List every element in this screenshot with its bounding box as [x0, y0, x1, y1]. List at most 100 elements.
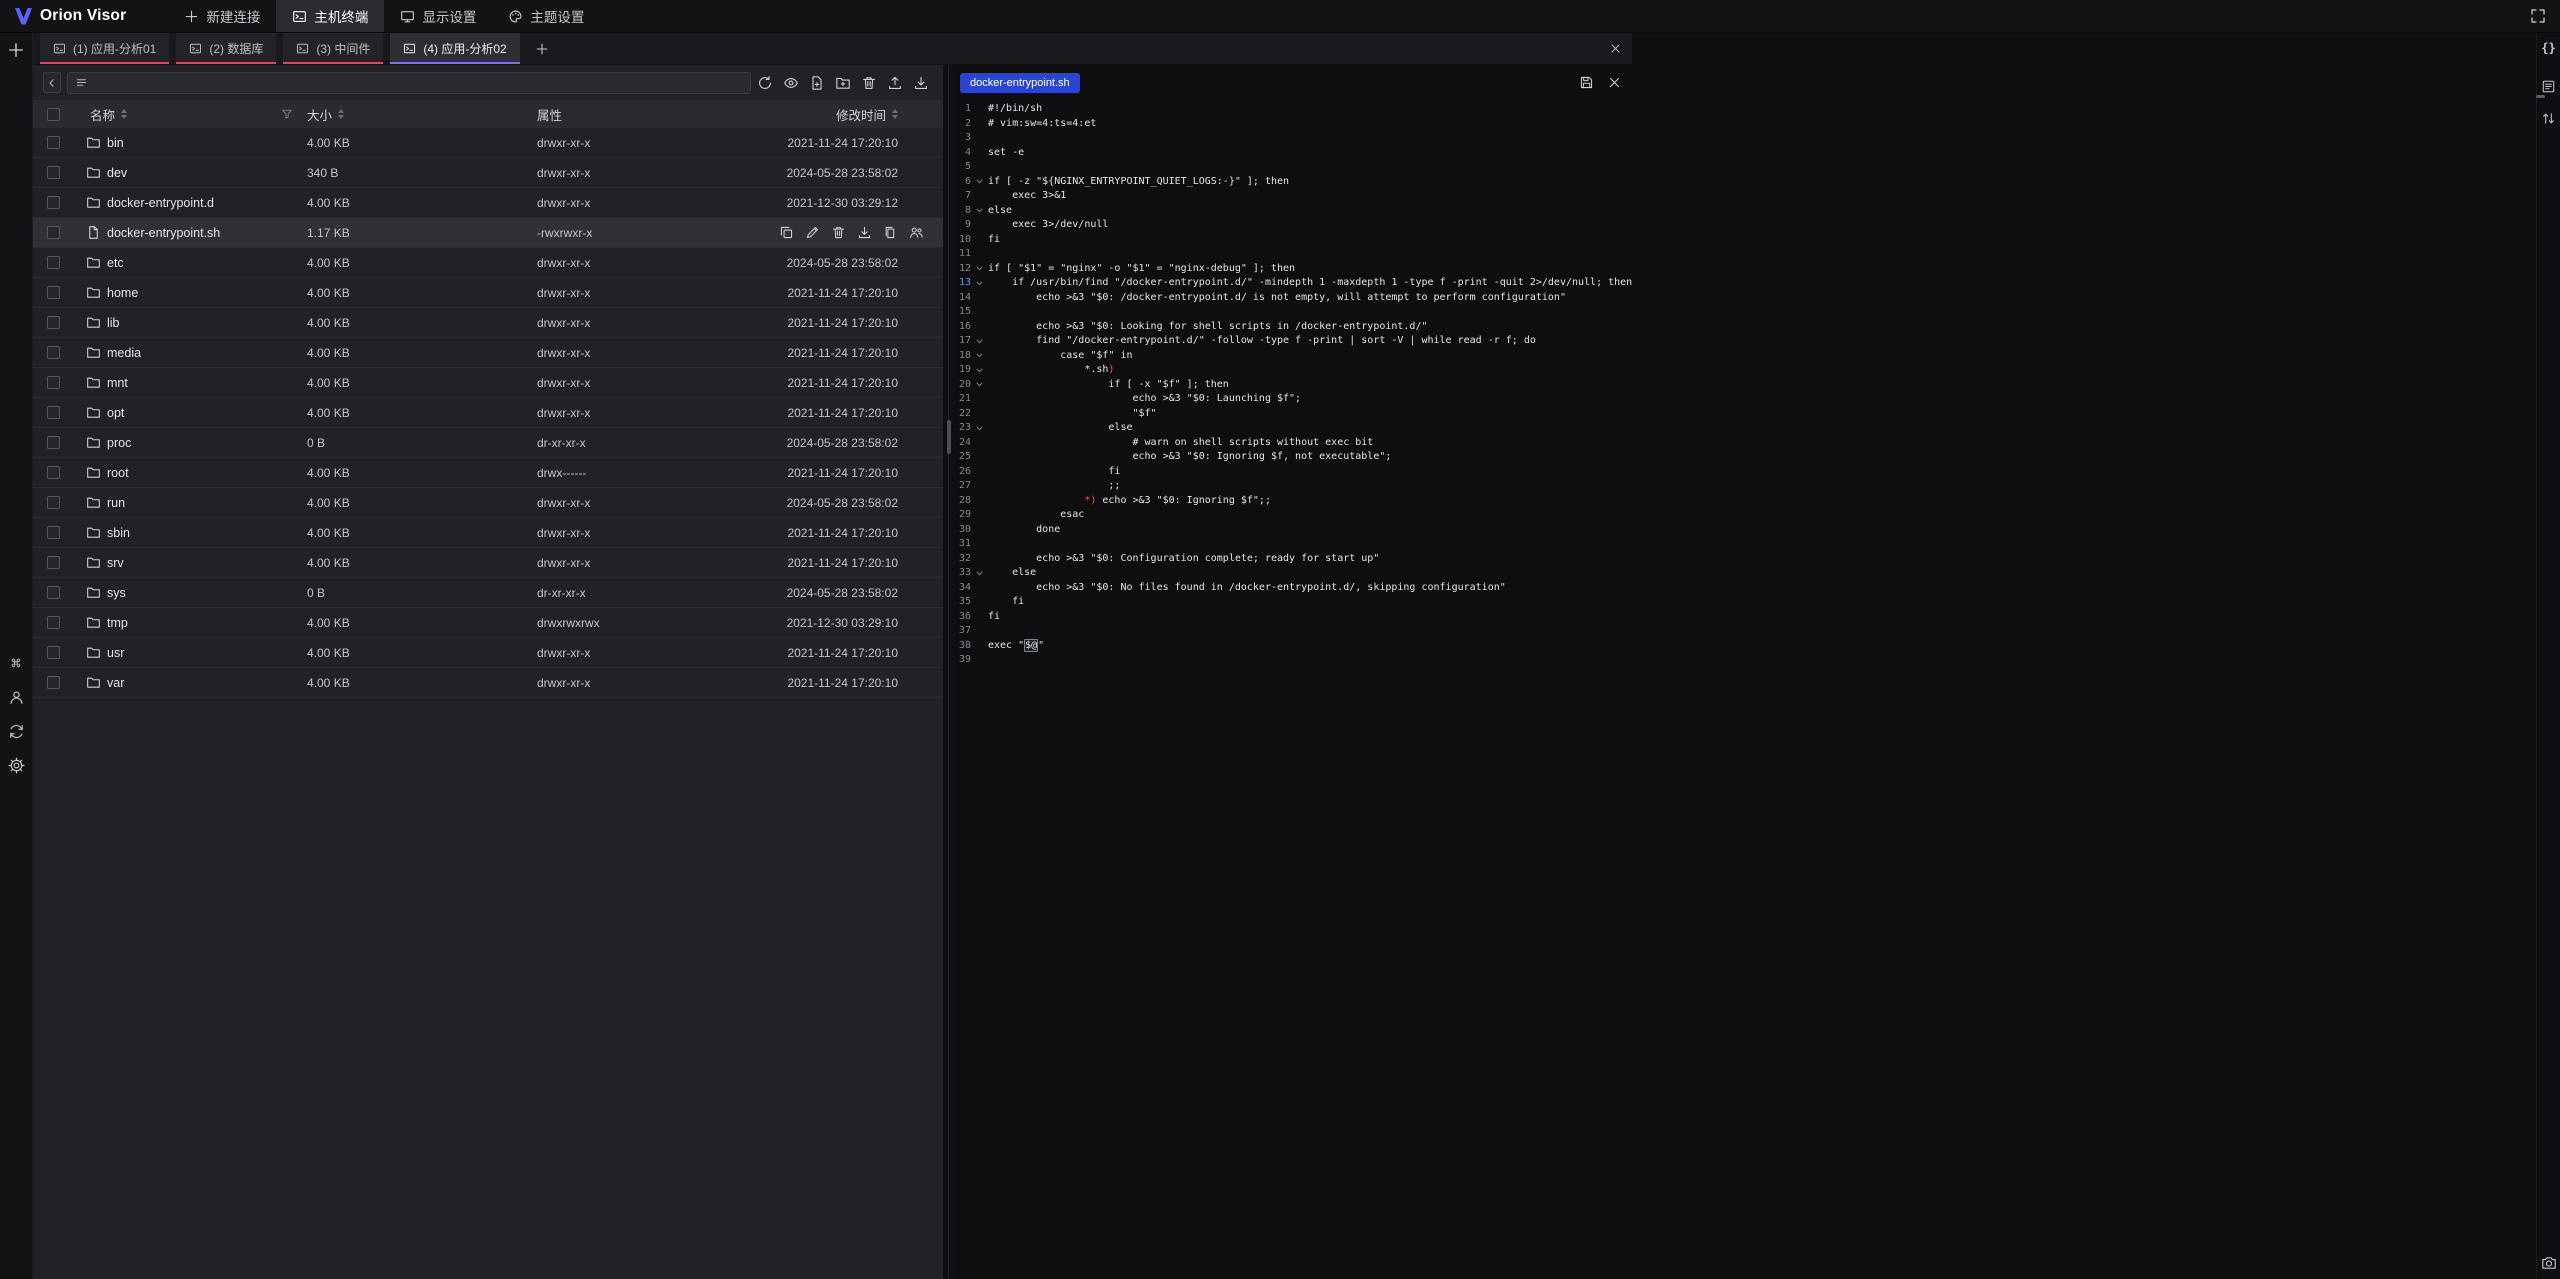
file-row-mnt[interactable]: mnt4.00 KBdrwxr-xr-x2021-11-24 17:20:10 — [33, 368, 943, 398]
fold-chevron-icon[interactable] — [971, 349, 988, 364]
fold-chevron-icon[interactable] — [971, 262, 988, 277]
fold-chevron-icon[interactable] — [971, 378, 988, 393]
size-sort-carets[interactable] — [338, 109, 344, 119]
snippet-button[interactable] — [2541, 78, 2557, 94]
path-input[interactable] — [67, 72, 751, 94]
row-checkbox[interactable] — [47, 496, 60, 509]
name-sort-carets[interactable] — [121, 109, 127, 119]
file-plus-button[interactable] — [809, 75, 825, 91]
file-name[interactable]: srv — [107, 556, 124, 570]
update-button[interactable] — [8, 723, 25, 740]
file-name[interactable]: var — [107, 676, 124, 690]
row-checkbox[interactable] — [47, 676, 60, 689]
braces-button[interactable]: {} — [2541, 40, 2557, 56]
fullscreen-button[interactable] — [2530, 8, 2546, 24]
fold-chevron-icon[interactable] — [971, 204, 988, 219]
editor-file-tab[interactable]: docker-entrypoint.sh — [960, 73, 1080, 93]
permission-action[interactable] — [909, 225, 924, 240]
select-all-checkbox[interactable] — [47, 108, 60, 121]
file-name[interactable]: media — [107, 346, 141, 360]
file-row-dev[interactable]: dev340 Bdrwxr-xr-x2024-05-28 23:58:02 — [33, 158, 943, 188]
copy-action[interactable] — [779, 225, 794, 240]
row-checkbox[interactable] — [47, 616, 60, 629]
file-row-docker-entrypoint.d[interactable]: docker-entrypoint.d4.00 KBdrwxr-xr-x2021… — [33, 188, 943, 218]
file-name[interactable]: run — [107, 496, 125, 510]
mtime-sort-carets[interactable] — [892, 109, 898, 119]
file-name[interactable]: docker-entrypoint.d — [107, 196, 214, 210]
file-name[interactable]: opt — [107, 406, 124, 420]
file-row-run[interactable]: run4.00 KBdrwxr-xr-x2024-05-28 23:58:02 — [33, 488, 943, 518]
row-checkbox[interactable] — [47, 346, 60, 359]
session-tab-3[interactable]: (3) 中间件 — [283, 33, 383, 64]
fold-chevron-icon[interactable] — [971, 175, 988, 190]
file-name[interactable]: sbin — [107, 526, 130, 540]
fold-chevron-icon[interactable] — [971, 566, 988, 581]
file-row-docker-entrypoint.sh[interactable]: docker-entrypoint.sh1.17 KB-rwxrwxr-x — [33, 218, 943, 248]
file-name[interactable]: proc — [107, 436, 131, 450]
file-name[interactable]: bin — [107, 136, 124, 150]
file-row-media[interactable]: media4.00 KBdrwxr-xr-x2021-11-24 17:20:1… — [33, 338, 943, 368]
file-row-lib[interactable]: lib4.00 KBdrwxr-xr-x2021-11-24 17:20:10 — [33, 308, 943, 338]
row-checkbox[interactable] — [47, 526, 60, 539]
row-checkbox[interactable] — [47, 316, 60, 329]
camera-button[interactable] — [2541, 1255, 2557, 1271]
editor-close-button[interactable] — [1607, 75, 1622, 90]
row-checkbox[interactable] — [47, 286, 60, 299]
folder-plus-button[interactable] — [835, 75, 851, 91]
file-row-root[interactable]: root4.00 KBdrwx------2021-11-24 17:20:10 — [33, 458, 943, 488]
download-action[interactable] — [857, 225, 872, 240]
eye-button[interactable] — [783, 75, 799, 91]
file-row-home[interactable]: home4.00 KBdrwxr-xr-x2021-11-24 17:20:10 — [33, 278, 943, 308]
row-checkbox[interactable] — [47, 376, 60, 389]
session-tab-2[interactable]: (2) 数据库 — [176, 33, 276, 64]
nav-item-1[interactable]: 主机终端 — [276, 0, 384, 32]
file-name[interactable]: lib — [107, 316, 120, 330]
file-name[interactable]: sys — [107, 586, 126, 600]
splitter-grip[interactable] — [947, 420, 951, 454]
file-row-sbin[interactable]: sbin4.00 KBdrwxr-xr-x2021-11-24 17:20:10 — [33, 518, 943, 548]
editor-save-button[interactable] — [1579, 75, 1594, 90]
duplicate-action[interactable] — [883, 225, 898, 240]
name-filter-icon[interactable] — [281, 108, 293, 120]
back-button[interactable] — [43, 72, 61, 93]
file-row-opt[interactable]: opt4.00 KBdrwxr-xr-x2021-11-24 17:20:10 — [33, 398, 943, 428]
nav-item-0[interactable]: 新建连接 — [168, 0, 276, 32]
fold-chevron-icon[interactable] — [971, 363, 988, 378]
row-checkbox[interactable] — [47, 136, 60, 149]
file-name[interactable]: dev — [107, 166, 127, 180]
command-button[interactable]: ⌘ — [8, 655, 25, 672]
file-row-proc[interactable]: proc0 Bdr-xr-xr-x2024-05-28 23:58:02 — [33, 428, 943, 458]
new-connection-button[interactable] — [0, 33, 32, 59]
download-button[interactable] — [913, 75, 929, 91]
nav-item-3[interactable]: 主题设置 — [492, 0, 600, 32]
tabbar-close-button[interactable] — [1600, 33, 1630, 64]
session-tab-1[interactable]: (1) 应用-分析01 — [40, 33, 169, 64]
file-row-sys[interactable]: sys0 Bdr-xr-xr-x2024-05-28 23:58:02 — [33, 578, 943, 608]
row-checkbox[interactable] — [47, 556, 60, 569]
file-row-bin[interactable]: bin4.00 KBdrwxr-xr-x2021-11-24 17:20:10 — [33, 128, 943, 158]
row-checkbox[interactable] — [47, 256, 60, 269]
refresh-button[interactable] — [757, 75, 773, 91]
trash-button[interactable] — [861, 75, 877, 91]
row-checkbox[interactable] — [47, 166, 60, 179]
code-area[interactable]: 1#!/bin/sh2# vim:sw=4:ts=4:et34set -e56i… — [955, 100, 1632, 1279]
file-row-var[interactable]: var4.00 KBdrwxr-xr-x2021-11-24 17:20:10 — [33, 668, 943, 698]
file-name[interactable]: tmp — [107, 616, 128, 630]
settings-button[interactable] — [8, 757, 25, 774]
row-checkbox[interactable] — [47, 466, 60, 479]
fold-chevron-icon[interactable] — [971, 334, 988, 349]
delete-action[interactable] — [831, 225, 846, 240]
file-row-tmp[interactable]: tmp4.00 KBdrwxrwxrwx2021-12-30 03:29:10 — [33, 608, 943, 638]
file-name[interactable]: docker-entrypoint.sh — [107, 226, 220, 240]
panel-splitter[interactable] — [943, 65, 955, 1279]
row-checkbox[interactable] — [47, 226, 60, 239]
scrollbar-thumb[interactable] — [2536, 95, 2545, 98]
transfer-button[interactable] — [2541, 110, 2557, 126]
file-row-etc[interactable]: etc4.00 KBdrwxr-xr-x2024-05-28 23:58:02 — [33, 248, 943, 278]
fold-chevron-icon[interactable] — [971, 276, 988, 291]
row-checkbox[interactable] — [47, 646, 60, 659]
user-button[interactable] — [8, 689, 25, 706]
upload-button[interactable] — [887, 75, 903, 91]
file-name[interactable]: mnt — [107, 376, 128, 390]
fold-chevron-icon[interactable] — [971, 421, 988, 436]
